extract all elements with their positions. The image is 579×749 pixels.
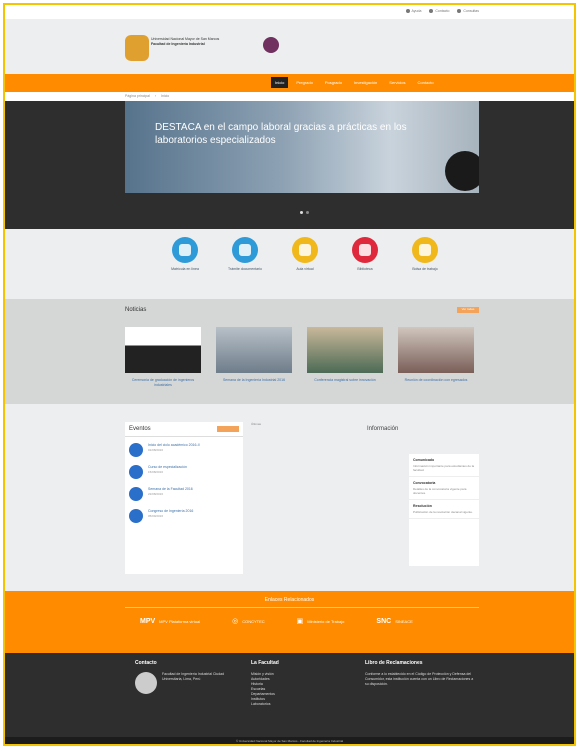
breadcrumb-current: Inicio	[161, 94, 170, 98]
footer: Contacto Facultad de Ingeniería Industri…	[5, 653, 574, 737]
partner-link[interactable]: MPV MPV Plataforma virtual	[140, 618, 200, 625]
event-item[interactable]: Congreso de Ingeniería 2016 05/09/2016	[125, 503, 243, 525]
service-label: Trámite documentario	[228, 267, 262, 271]
mail-icon	[429, 9, 434, 13]
service-link[interactable]: Bolsa de trabajo	[397, 237, 453, 272]
calendar-icon	[129, 443, 143, 457]
events-more-button[interactable]	[217, 426, 239, 432]
news-title: Noticias	[125, 307, 147, 313]
partner-link[interactable]: ▣ Ministerio de Trabajo	[297, 617, 345, 625]
footer-contact: Contacto Facultad de Ingeniería Industri…	[135, 661, 235, 694]
seal-icon	[263, 37, 279, 53]
nav-servicios[interactable]: Servicios	[385, 77, 409, 88]
middle-section: Eventos Inicio del ciclo académico 2016-…	[5, 404, 574, 591]
footer-faculty: La Facultad Misión y visión Autoridades Hi…	[251, 661, 331, 707]
service-link[interactable]: Biblioteca	[337, 237, 393, 272]
info-panel: Comunicado Información importante para es…	[409, 454, 479, 566]
news-image	[216, 327, 292, 373]
news-image	[307, 327, 383, 373]
person-icon	[172, 237, 198, 263]
screen-icon	[292, 237, 318, 263]
event-item[interactable]: Inicio del ciclo académico 2016-II 01/08/…	[125, 437, 243, 459]
service-label: Aula virtual	[296, 267, 314, 271]
page-frame: Ayuda Contacto Consultas Universidad Nac…	[3, 3, 576, 746]
hero-slider: DESTACA en el campo laboral gracias a pr…	[5, 101, 574, 229]
news-card[interactable]: Ceremonia de graduación de ingenieros in…	[125, 327, 201, 388]
news-card[interactable]: Semana de la Ingeniería Industrial 2016	[216, 327, 292, 383]
nav-posgrado[interactable]: Posgrado	[321, 77, 346, 88]
news-image	[125, 327, 201, 373]
hero-image[interactable]: DESTACA en el campo laboral gracias a pr…	[125, 101, 479, 193]
calendar-icon	[129, 487, 143, 501]
logo-text: Facultad de Ingeniería Industrial	[151, 42, 205, 46]
top-link-help[interactable]: Ayuda	[405, 9, 421, 13]
top-links: Ayuda Contacto Consultas	[405, 9, 479, 13]
service-link[interactable]: Matrícula en línea	[157, 237, 213, 272]
hero-text: DESTACA en el campo laboral gracias a pr…	[155, 122, 407, 146]
news-caption[interactable]: Ceremonia de graduación de ingenieros in…	[125, 378, 201, 388]
footer-link[interactable]: Laboratorios	[251, 702, 331, 707]
breadcrumb: Página principal › Inicio	[5, 92, 574, 101]
slider-dot[interactable]	[306, 211, 309, 214]
partner-link[interactable]: SNC SINEACE	[376, 618, 412, 625]
worker-icon	[232, 237, 258, 263]
event-item[interactable]: Semana de la Facultad 2016 22/08/2016	[125, 481, 243, 503]
services-section: Matrícula en línea Trámite documentario Au…	[5, 229, 574, 299]
top-link-contact[interactable]: Contacto	[429, 9, 449, 13]
breadcrumb-home[interactable]: Página principal	[125, 94, 150, 98]
site-logo[interactable]: Universidad Nacional Mayor de San Marcos…	[125, 31, 279, 65]
info-item[interactable]: Comunicado Información importante para es…	[409, 454, 479, 477]
event-item[interactable]: Curso de especialización 15/08/2016	[125, 459, 243, 481]
partners-section: Enlaces Relacionados MPV MPV Plataforma v…	[5, 591, 574, 653]
crest-icon	[125, 35, 149, 61]
phone-icon	[457, 9, 462, 13]
news-more-button[interactable]: Ver todas	[457, 307, 479, 313]
events-title: Eventos	[129, 426, 151, 432]
top-bar: Ayuda Contacto Consultas	[5, 5, 574, 19]
nav-inicio[interactable]: Inicio	[271, 77, 289, 88]
help-icon	[405, 9, 410, 13]
news-image	[398, 327, 474, 373]
news-caption[interactable]: Semana de la Ingeniería Industrial 2016	[216, 378, 292, 383]
nav-pregrado[interactable]: Pregrado	[292, 77, 316, 88]
info-item[interactable]: Resolución Publicación de la resolución d…	[409, 500, 479, 519]
service-link[interactable]: Trámite documentario	[217, 237, 273, 272]
news-section: Noticias Ver todas Ceremonia de graduaci…	[5, 299, 574, 404]
top-link-consult[interactable]: Consultas	[457, 9, 479, 13]
main-nav: Inicio Pregrado Posgrado Investigación S…	[5, 74, 574, 92]
screen-icon	[412, 237, 438, 263]
info-title: Información	[367, 426, 399, 432]
calendar-icon	[129, 465, 143, 479]
info-item[interactable]: Convocatoria Detalles de la convocatoria …	[409, 477, 479, 500]
nav-contacto[interactable]: Contacto	[414, 77, 438, 88]
calendar-icon	[129, 509, 143, 523]
service-label: Matrícula en línea	[171, 267, 199, 271]
news-card[interactable]: Reunión de coordinación con egresados	[398, 327, 474, 383]
news-caption[interactable]: Conferencia magistral sobre innovación	[307, 378, 383, 383]
service-label: Bolsa de trabajo	[412, 267, 438, 271]
header: Universidad Nacional Mayor de San Marcos…	[5, 19, 574, 74]
copyright: © Universidad Nacional Mayor de San Marc…	[5, 737, 574, 744]
events-panel: Eventos Inicio del ciclo académico 2016-…	[125, 422, 243, 574]
slider-dot[interactable]	[300, 211, 303, 214]
partners-title: Enlaces Relacionados	[264, 597, 315, 603]
university-seal-icon	[135, 672, 157, 694]
nav-investigacion[interactable]: Investigación	[350, 77, 381, 88]
news-card[interactable]: Conferencia magistral sobre innovación	[307, 327, 383, 383]
footer-complaints: Libro de Reclamaciones Conforme a lo est…	[365, 660, 474, 687]
service-link[interactable]: Aula virtual	[277, 237, 333, 272]
book-icon	[352, 237, 378, 263]
slider-dots	[300, 211, 309, 214]
latest-label: Últimas	[251, 422, 262, 426]
partner-link[interactable]: ◎ CONCYTEC	[232, 617, 265, 625]
service-label: Biblioteca	[357, 267, 373, 271]
news-caption[interactable]: Reunión de coordinación con egresados	[398, 378, 474, 383]
